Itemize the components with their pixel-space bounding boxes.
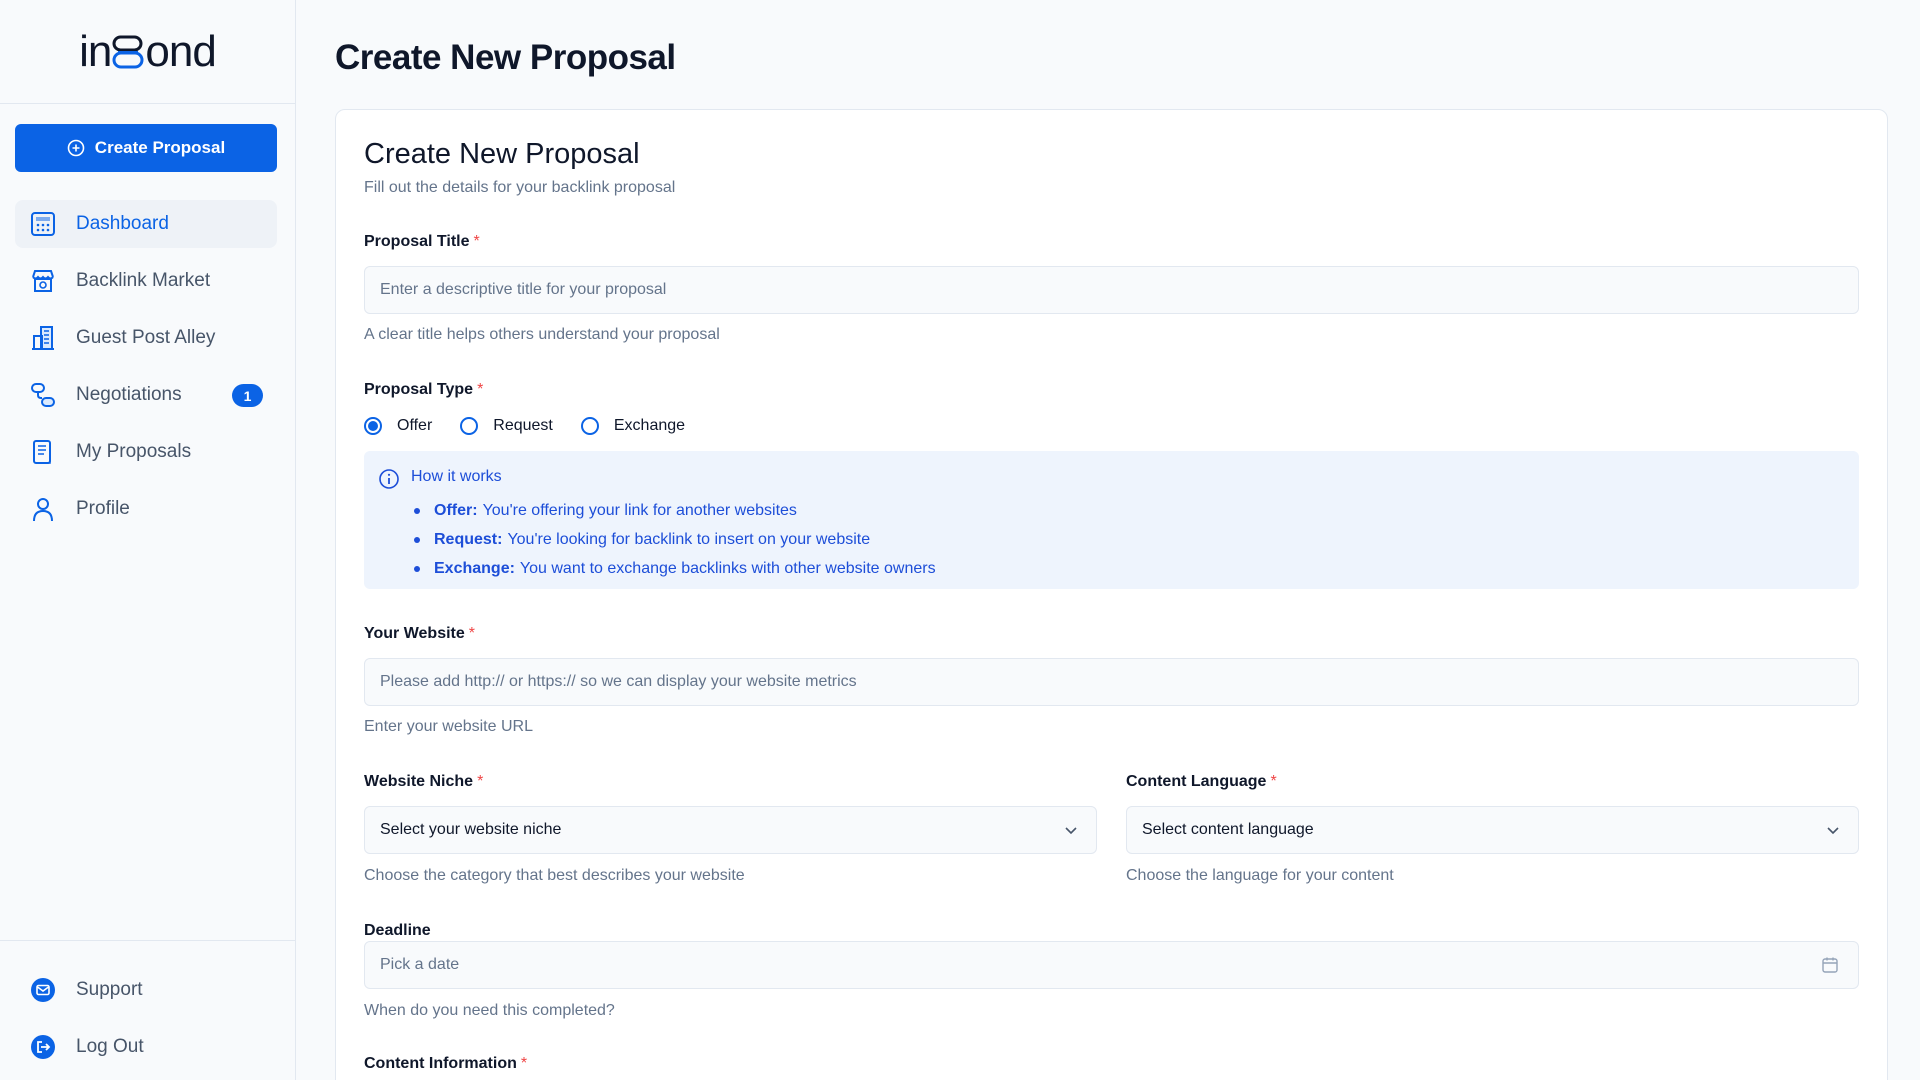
sidebar-footer: Support Log Out [0, 940, 295, 1080]
website-niche-help: Choose the category that best describes … [364, 867, 745, 884]
sidebar-item-label: Guest Post Alley [76, 327, 216, 348]
proposal-type-radio-group: Offer Request Exchange [364, 417, 713, 435]
radio-label: Exchange [613, 417, 686, 434]
website-niche-select[interactable]: Select your website niche [364, 806, 1097, 854]
form-title: Create New Proposal [364, 138, 640, 170]
how-it-works-list: Offer: You're offering your link for anot… [414, 496, 936, 583]
sidebar-item-logout[interactable]: Log Out [15, 1023, 280, 1071]
sidebar-item-label: Support [76, 979, 143, 1000]
info-icon [378, 468, 400, 495]
proposal-title-help: A clear title helps others understand yo… [364, 326, 720, 343]
radio-label: Request [493, 417, 553, 434]
how-it-works-title: How it works [411, 468, 502, 485]
user-icon [28, 494, 58, 524]
deadline-date-picker[interactable]: Pick a date [364, 941, 1859, 989]
logo-text-prefix: in [79, 26, 112, 76]
sidebar-item-backlink-market[interactable]: Backlink Market [15, 257, 277, 305]
page-title: Create New Proposal [335, 38, 676, 77]
sidebar-item-label: Log Out [76, 1036, 144, 1057]
form-subtitle: Fill out the details for your backlink p… [364, 179, 676, 196]
content-language-label: Content Language * [1126, 773, 1277, 790]
sidebar-item-profile[interactable]: Profile [15, 485, 277, 533]
create-proposal-button[interactable]: Create Proposal [15, 124, 277, 172]
logout-icon [28, 1032, 58, 1062]
proposal-title-label: Proposal Title * [364, 233, 480, 250]
list-item: Exchange: You want to exchange backlinks … [414, 554, 936, 583]
chevron-down-icon [1062, 821, 1080, 844]
deadline-help: When do you need this completed? [364, 1002, 615, 1019]
deadline-label: Deadline [364, 922, 431, 939]
sidebar-item-label: Negotiations [76, 384, 182, 405]
proposal-title-placeholder: Enter a descriptive title for your propo… [380, 281, 667, 298]
radio-request[interactable]: Request [460, 417, 553, 435]
route-icon [28, 380, 58, 410]
website-url-input[interactable]: Please add http:// or https:// so we can… [364, 658, 1859, 706]
website-url-placeholder: Please add http:// or https:// so we can… [380, 673, 857, 690]
sidebar-item-guest-post-alley[interactable]: Guest Post Alley [15, 314, 277, 362]
website-label: Your Website * [364, 625, 475, 642]
sidebar-item-my-proposals[interactable]: My Proposals [15, 428, 277, 476]
sidebar-item-support[interactable]: Support [15, 966, 280, 1014]
list-item: Request: You're looking for backlink to i… [414, 525, 936, 554]
sidebar-nav: Dashboard Backlink Market Guest Post All… [15, 200, 277, 542]
store-icon [28, 266, 58, 296]
list-item: Offer: You're offering your link for anot… [414, 496, 936, 525]
how-it-works-box: How it works Offer: You're offering your … [364, 451, 1859, 589]
proposal-type-label: Proposal Type * [364, 381, 484, 398]
content-language-value: Select content language [1142, 821, 1314, 838]
logo-b-mark [111, 34, 145, 70]
content-language-select[interactable]: Select content language [1126, 806, 1859, 854]
sidebar: in ond Create Proposal Dashboard Backlin… [0, 0, 296, 1080]
sidebar-item-dashboard[interactable]: Dashboard [15, 200, 277, 248]
website-niche-value: Select your website niche [380, 821, 562, 838]
building-icon [28, 323, 58, 353]
website-niche-label: Website Niche * [364, 773, 484, 790]
radio-exchange[interactable]: Exchange [580, 417, 686, 435]
proposal-title-input[interactable]: Enter a descriptive title for your propo… [364, 266, 1859, 314]
radio-circle [580, 417, 599, 435]
proposal-form-card: Create New Proposal Fill out the details… [335, 109, 1888, 1080]
radio-circle [460, 417, 479, 435]
create-proposal-label: Create Proposal [94, 138, 226, 157]
radio-offer[interactable]: Offer [364, 417, 432, 435]
content-language-help: Choose the language for your content [1126, 867, 1394, 884]
document-icon [28, 437, 58, 467]
logo[interactable]: in ond [0, 0, 295, 104]
calculator-icon [28, 209, 58, 239]
deadline-placeholder: Pick a date [380, 956, 460, 973]
mail-icon [28, 975, 58, 1005]
radio-circle-checked [364, 417, 382, 435]
sidebar-item-label: Profile [76, 498, 130, 519]
radio-label: Offer [397, 417, 433, 434]
notification-badge: 1 [232, 384, 263, 407]
sidebar-item-label: Backlink Market [76, 270, 211, 291]
calendar-icon [1820, 955, 1840, 980]
plus-circle-icon [67, 139, 85, 157]
chevron-down-icon [1824, 821, 1842, 844]
sidebar-item-label: Dashboard [76, 213, 169, 234]
content-information-label: Content Information * [364, 1055, 528, 1072]
sidebar-item-negotiations[interactable]: Negotiations 1 [15, 371, 277, 419]
website-help: Enter your website URL [364, 718, 533, 735]
sidebar-item-label: My Proposals [76, 441, 192, 462]
logo-text-suffix: ond [145, 26, 216, 76]
